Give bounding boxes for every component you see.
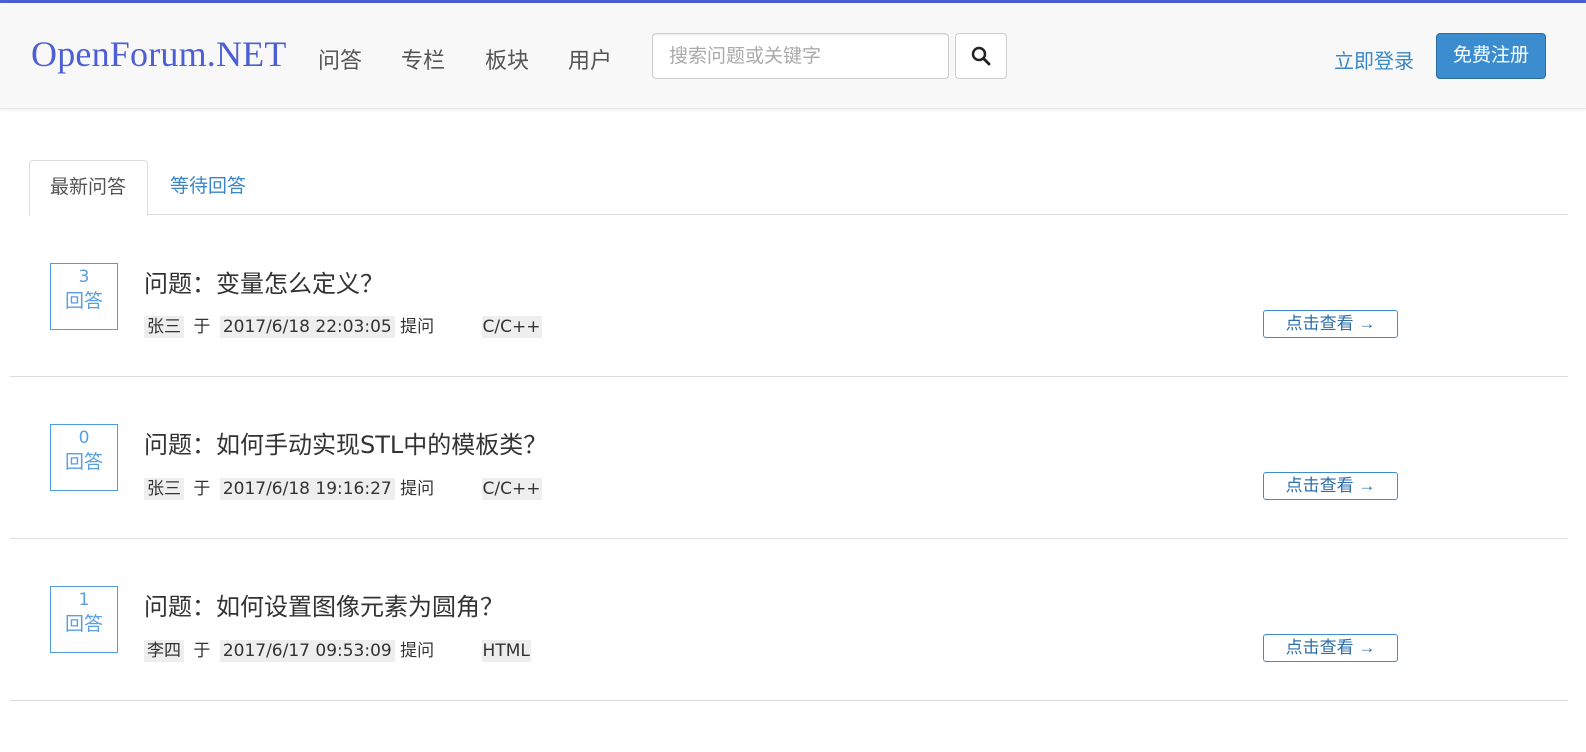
view-question-button[interactable]: 点击查看 → [1263,634,1398,662]
view-question-button[interactable]: 点击查看 → [1263,472,1398,500]
question-item: 1 回答 问题：如何设置图像元素为圆角？ 李四 于 2017/6/17 09:5… [10,539,1568,701]
answer-label: 回答 [64,451,103,473]
question-item: 3 回答 问题：变量怎么定义？ 张三 于 2017/6/18 22:03:05 … [10,215,1568,377]
answer-label: 回答 [64,613,103,635]
question-tag[interactable]: HTML [481,640,531,662]
answer-count-box: 1 回答 [50,586,118,653]
post-time: 2017/6/18 19:16:27 [219,478,395,500]
at-word: 于 [193,479,211,499]
nav-column[interactable]: 专栏 [401,43,445,75]
action-word: 提问 [400,317,435,337]
action-word: 提问 [400,641,435,661]
question-title[interactable]: 问题：变量怎么定义？ [144,264,384,299]
brand-logo[interactable]: OpenForum.NET [31,33,287,75]
post-time: 2017/6/18 22:03:05 [219,316,395,338]
answer-count-box: 0 回答 [50,424,118,491]
login-link[interactable]: 立即登录 [1334,45,1414,74]
nav-users[interactable]: 用户 [568,43,612,75]
at-word: 于 [193,317,211,337]
question-title[interactable]: 问题：如何设置图像元素为圆角？ [144,587,504,622]
search-input[interactable] [652,33,949,79]
search-icon [971,46,991,66]
question-tabs: 最新问答 等待回答 [29,160,1568,216]
search-button[interactable] [955,33,1007,79]
register-button[interactable]: 免费注册 [1436,33,1546,79]
question-tag[interactable]: C/C++ [481,316,542,338]
tab-unanswered[interactable]: 等待回答 [150,160,266,215]
author-name[interactable]: 张三 [144,478,184,500]
nav-qa[interactable]: 问答 [318,43,362,75]
view-question-button[interactable]: 点击查看 → [1263,310,1398,338]
nav-board[interactable]: 板块 [485,43,529,75]
answer-count: 1 [78,590,90,610]
question-title[interactable]: 问题：如何手动实现STL中的模板类？ [144,425,547,460]
answer-count-box: 3 回答 [50,263,118,330]
author-name[interactable]: 李四 [144,640,184,662]
action-word: 提问 [400,479,435,499]
question-tag[interactable]: C/C++ [481,478,542,500]
question-meta: 张三 于 2017/6/18 22:03:05 提问 C/C++ [144,312,542,338]
post-time: 2017/6/17 09:53:09 [219,640,395,662]
question-meta: 李四 于 2017/6/17 09:53:09 提问 HTML [144,636,531,662]
question-item: 0 回答 问题：如何手动实现STL中的模板类？ 张三 于 2017/6/18 1… [10,377,1568,539]
tab-latest[interactable]: 最新问答 [29,160,148,216]
answer-count: 0 [78,428,90,448]
at-word: 于 [193,641,211,661]
answer-count: 3 [78,267,90,287]
answer-label: 回答 [64,290,103,312]
navbar: OpenForum.NET 问答 专栏 板块 用户 立即登录 免费注册 [0,3,1586,109]
author-name[interactable]: 张三 [144,316,184,338]
question-meta: 张三 于 2017/6/18 19:16:27 提问 C/C++ [144,474,542,500]
